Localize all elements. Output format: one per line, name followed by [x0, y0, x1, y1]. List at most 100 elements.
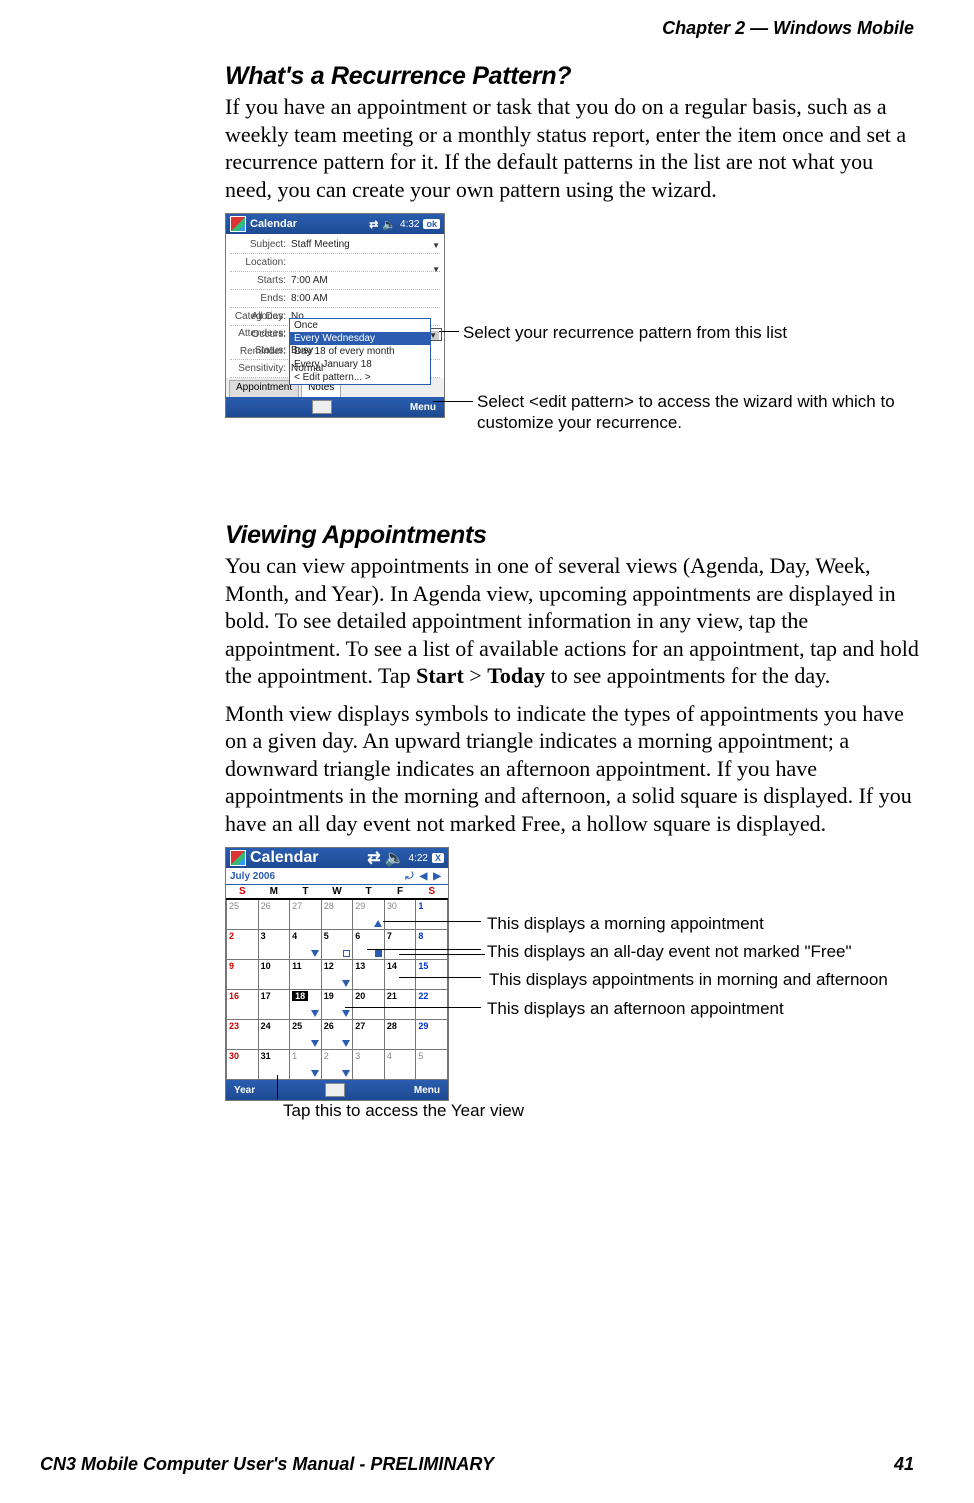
callout-year: Tap this to access the Year view	[283, 1100, 524, 1121]
keyboard-icon[interactable]	[312, 400, 332, 414]
year-view-button[interactable]: Year	[234, 1085, 255, 1096]
opt-every-wednesday[interactable]: Every Wednesday	[290, 332, 430, 345]
field-starts[interactable]: 7:00 AM	[289, 275, 442, 286]
day-cell[interactable]: 28	[384, 1020, 416, 1050]
day-cell[interactable]: 19	[321, 990, 353, 1020]
afternoon-appt-icon	[342, 1040, 350, 1047]
start-flag-icon[interactable]	[230, 850, 246, 866]
keyboard-icon[interactable]	[325, 1083, 345, 1097]
dow-header: S	[227, 885, 259, 899]
day-cell[interactable]: 14	[384, 960, 416, 990]
lbl-categories: Categories:	[228, 311, 289, 322]
day-cell[interactable]: 5	[321, 930, 353, 960]
month-grid[interactable]: SMTWTFS 25262728293012345678910111213141…	[226, 885, 448, 1080]
day-cell[interactable]: 11	[290, 960, 322, 990]
day-cell[interactable]: 29	[416, 1020, 448, 1050]
menu-button[interactable]: Menu	[414, 1085, 440, 1096]
callout-allday: This displays an all-day event not marke…	[487, 941, 852, 962]
day-cell[interactable]: 28	[321, 899, 353, 930]
para-recurrence: If you have an appointment or task that …	[225, 93, 925, 203]
signal-icon: ⇄	[369, 218, 378, 231]
lbl-status: Status:	[228, 345, 289, 356]
day-cell[interactable]: 26	[321, 1020, 353, 1050]
day-cell[interactable]: 13	[353, 960, 385, 990]
day-cell[interactable]: 17	[258, 990, 290, 1020]
day-cell[interactable]: 4	[384, 1050, 416, 1080]
prev-month-icon[interactable]: ◀	[417, 871, 431, 882]
next-month-icon[interactable]: ▶	[430, 871, 444, 882]
day-cell[interactable]: 27	[290, 899, 322, 930]
callout-afternoon: This displays an afternoon appointment	[487, 998, 784, 1019]
start-flag-icon[interactable]	[230, 216, 246, 232]
ok-button[interactable]: ok	[423, 219, 440, 229]
chevron-down-icon[interactable]: ▼	[432, 241, 440, 250]
afternoon-appt-icon	[311, 1010, 319, 1017]
day-cell[interactable]: 3	[258, 930, 290, 960]
day-cell[interactable]: 5	[416, 1050, 448, 1080]
afternoon-appt-icon	[311, 1070, 319, 1077]
heading-viewing: Viewing Appointments	[225, 521, 925, 550]
field-status[interactable]: Busy	[289, 345, 442, 356]
day-cell[interactable]: 2	[227, 930, 259, 960]
day-cell[interactable]: 26	[258, 899, 290, 930]
afternoon-appt-icon	[311, 1040, 319, 1047]
month-year-label[interactable]: July 2006	[230, 871, 275, 882]
day-cell[interactable]: 22	[416, 990, 448, 1020]
para-viewing-1: You can view appointments in one of seve…	[225, 552, 925, 690]
day-cell[interactable]: 2	[321, 1050, 353, 1080]
day-cell[interactable]: 23	[227, 1020, 259, 1050]
titlebar: Calendar ⇄ 🔈 4:32 ok	[226, 214, 444, 234]
day-cell[interactable]: 15	[416, 960, 448, 990]
field-sensitivity[interactable]: Normal	[289, 363, 442, 374]
day-cell[interactable]: 12	[321, 960, 353, 990]
field-ends[interactable]: 8:00 AM	[289, 293, 442, 304]
day-cell[interactable]: 27	[353, 1020, 385, 1050]
menu-button[interactable]: Menu	[410, 402, 436, 413]
day-cell[interactable]: 6	[353, 930, 385, 960]
signal-icon: ⇄	[367, 848, 380, 868]
lbl-attendees: Attendees:	[228, 328, 289, 339]
app-title: Calendar	[250, 849, 363, 867]
day-cell[interactable]: 31	[258, 1050, 290, 1080]
day-cell[interactable]: 30	[384, 899, 416, 930]
day-cell[interactable]: 7	[384, 930, 416, 960]
day-cell[interactable]: 3	[353, 1050, 385, 1080]
day-cell[interactable]: 25	[227, 899, 259, 930]
volume-icon: 🔈	[385, 848, 405, 868]
heading-recurrence: What's a Recurrence Pattern?	[225, 62, 925, 91]
field-subject[interactable]: Staff Meeting▼	[289, 239, 442, 250]
chevron-down-icon[interactable]: ▼	[432, 265, 440, 274]
lbl-ends: Ends:	[228, 293, 289, 304]
dow-header: S	[416, 885, 448, 899]
close-button[interactable]: X	[432, 853, 444, 863]
day-cell[interactable]: 8	[416, 930, 448, 960]
calendar-month-window: Calendar ⇄ 🔈 4:22 X July 2006 ⤾ ◀ ▶ SMTW…	[225, 847, 449, 1101]
day-cell[interactable]: 20	[353, 990, 385, 1020]
dow-header: M	[258, 885, 290, 899]
para-viewing-2: Month view displays symbols to indicate …	[225, 700, 925, 838]
app-title: Calendar	[250, 218, 365, 230]
page-number: 41	[894, 1454, 914, 1475]
dow-header: F	[384, 885, 416, 899]
opt-once[interactable]: Once	[290, 319, 430, 332]
day-cell[interactable]: 16	[227, 990, 259, 1020]
day-cell[interactable]: 1	[290, 1050, 322, 1080]
day-cell[interactable]: 10	[258, 960, 290, 990]
day-cell[interactable]: 24	[258, 1020, 290, 1050]
day-cell[interactable]: 4	[290, 930, 322, 960]
day-cell[interactable]: 29	[353, 899, 385, 930]
day-cell[interactable]: 30	[227, 1050, 259, 1080]
day-cell[interactable]: 21	[384, 990, 416, 1020]
day-cell[interactable]: 1	[416, 899, 448, 930]
volume-icon: 🔈	[382, 218, 396, 231]
goto-today-icon[interactable]: ⤾	[402, 871, 416, 882]
day-cell[interactable]: 18	[290, 990, 322, 1020]
day-cell[interactable]: 9	[227, 960, 259, 990]
titlebar: Calendar ⇄ 🔈 4:22 X	[226, 848, 448, 868]
calendar-edit-window: Calendar ⇄ 🔈 4:32 ok Subject: Staff Meet…	[225, 213, 445, 418]
day-cell[interactable]: 25	[290, 1020, 322, 1050]
afternoon-appt-icon	[342, 1070, 350, 1077]
callout-both: This displays appointments in morning an…	[489, 969, 888, 990]
dow-header: T	[290, 885, 322, 899]
clock: 4:22	[409, 853, 428, 864]
